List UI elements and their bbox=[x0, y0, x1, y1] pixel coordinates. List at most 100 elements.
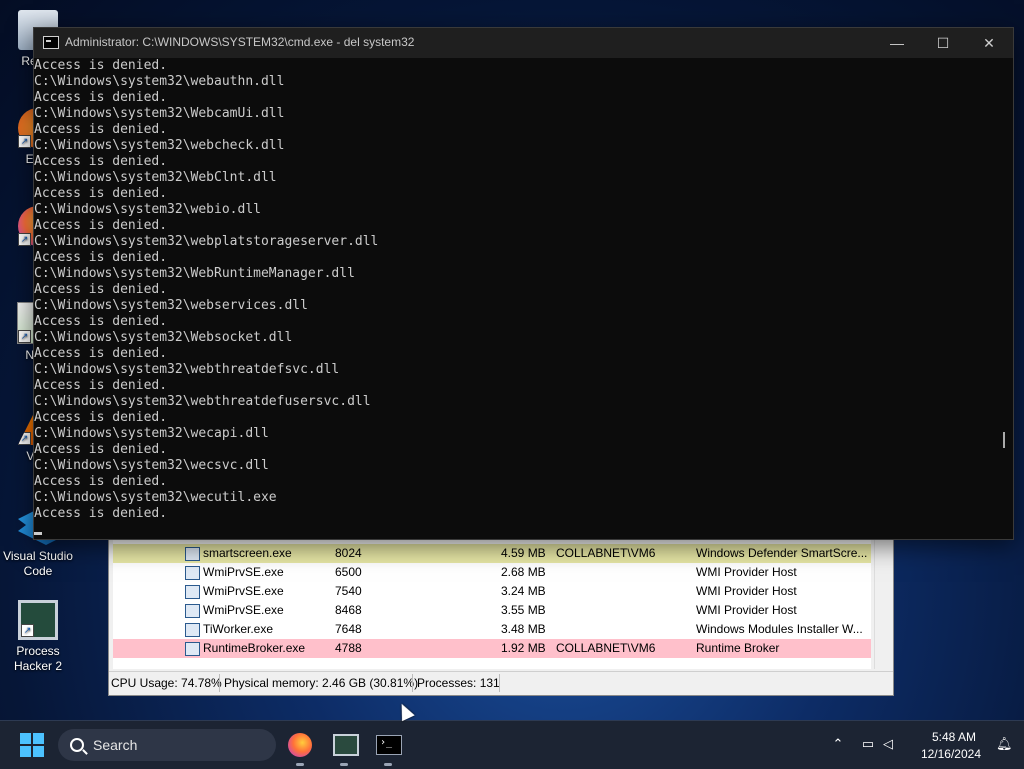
chevron-up-icon[interactable]: ⌃ bbox=[830, 737, 846, 751]
cpu-usage-status: CPU Usage: 74.78% bbox=[111, 676, 222, 690]
process-row[interactable]: RuntimeBroker.exe 4788 1.92 MB COLLABNET\VM… bbox=[113, 639, 871, 658]
process-description: Runtime Broker bbox=[696, 641, 780, 655]
console-line: C:\Windows\system32\webthreatdefusersvc.… bbox=[34, 394, 371, 409]
console-line: C:\Windows\system32\WebcamUi.dll bbox=[34, 106, 285, 121]
windows-logo-icon bbox=[20, 746, 31, 757]
console-line: Access is denied. bbox=[34, 122, 168, 137]
taskbar-firefox[interactable] bbox=[284, 729, 316, 766]
process-description: WMI Provider Host bbox=[696, 603, 797, 617]
desktop-icon-label: Code bbox=[23, 564, 53, 578]
windows-logo-icon bbox=[33, 746, 44, 757]
network-icon[interactable]: ▭ bbox=[860, 737, 876, 751]
process-description: Windows Defender SmartScre... bbox=[696, 546, 868, 560]
process-name: WmiPrvSE.exe bbox=[203, 584, 284, 598]
windows-logo-icon bbox=[33, 733, 44, 744]
shortcut-arrow-icon: ↗ bbox=[18, 432, 31, 445]
taskbar-terminal[interactable] bbox=[372, 729, 404, 766]
process-row[interactable]: TiWorker.exe 7648 3.48 MB Windows Modules I… bbox=[113, 620, 871, 639]
shortcut-arrow-icon: ↗ bbox=[21, 624, 34, 637]
process-icon bbox=[185, 642, 200, 656]
process-description: WMI Provider Host bbox=[696, 584, 797, 598]
console-line: C:\Windows\system32\webservices.dll bbox=[34, 298, 308, 313]
console-line: Access is denied. bbox=[34, 282, 168, 297]
process-name: WmiPrvSE.exe bbox=[203, 565, 284, 579]
process-memory: 4.59 MB bbox=[501, 546, 546, 560]
status-divider bbox=[499, 674, 500, 692]
clock-time[interactable]: 5:48 AM bbox=[932, 730, 976, 744]
console-line: C:\Windows\system32\webplatstorageserver… bbox=[34, 234, 379, 249]
process-pid: 8024 bbox=[335, 546, 362, 560]
mouse-cursor-icon bbox=[395, 700, 415, 722]
taskbar-process-hacker[interactable] bbox=[328, 729, 360, 766]
status-bar: CPU Usage: 74.78% Physical memory: 2.46 … bbox=[109, 671, 893, 694]
console-line: C:\Windows\system32\webthreatdefsvc.dll bbox=[34, 362, 340, 377]
cmd-titlebar[interactable]: Administrator: C:\WINDOWS\SYSTEM32\cmd.e… bbox=[34, 28, 1013, 58]
notification-bell-icon[interactable]: 🔔︎ bbox=[996, 737, 1013, 751]
windows-logo-icon bbox=[20, 733, 31, 744]
process-name: RuntimeBroker.exe bbox=[203, 641, 306, 655]
status-divider bbox=[219, 674, 220, 692]
process-user: COLLABNET\VM6 bbox=[556, 546, 656, 560]
taskbar-search[interactable]: Search bbox=[58, 729, 276, 761]
console-line: Access is denied. bbox=[34, 314, 168, 329]
scrollbar-thumb[interactable] bbox=[1003, 432, 1005, 448]
process-row[interactable]: smartscreen.exe 8024 4.59 MB COLLABNET\VM6 W… bbox=[113, 544, 871, 563]
running-indicator bbox=[340, 763, 348, 766]
process-icon bbox=[185, 566, 200, 580]
console-line: Access is denied. bbox=[34, 250, 168, 265]
process-row[interactable]: WmiPrvSE.exe 6500 2.68 MB WMI Provider Host bbox=[113, 563, 871, 582]
process-icon bbox=[185, 585, 200, 599]
process-pid: 6500 bbox=[335, 565, 362, 579]
console-line: Access is denied. bbox=[34, 378, 168, 393]
console-line: C:\Windows\system32\wecapi.dll bbox=[34, 426, 269, 441]
console-line: C:\Windows\system32\webauthn.dll bbox=[34, 74, 285, 89]
console-line: C:\Windows\system32\WebClnt.dll bbox=[34, 170, 277, 185]
process-icon bbox=[185, 604, 200, 618]
volume-muted-icon[interactable]: ◁ bbox=[880, 737, 896, 751]
process-memory: 3.48 MB bbox=[501, 622, 546, 636]
process-row[interactable]: WmiPrvSE.exe 7540 3.24 MB WMI Provider Host bbox=[113, 582, 871, 601]
console-line: C:\Windows\system32\wecutil.exe bbox=[34, 490, 277, 505]
console-line: Access is denied. bbox=[34, 186, 168, 201]
process-row[interactable]: WmiPrvSE.exe 8468 3.55 MB WMI Provider Host bbox=[113, 601, 871, 620]
console-output[interactable]: Access is denied. C:\Windows\system32\web… bbox=[34, 58, 994, 538]
desktop-icon-label: Visual Studio bbox=[3, 549, 73, 563]
process-name: smartscreen.exe bbox=[203, 546, 292, 560]
process-hacker-icon bbox=[333, 734, 359, 756]
desktop-icon-label: Hacker 2 bbox=[13, 659, 63, 673]
process-icon bbox=[185, 623, 200, 637]
console-line: Access is denied. bbox=[34, 506, 168, 521]
window-title: Administrator: C:\WINDOWS\SYSTEM32\cmd.e… bbox=[65, 35, 415, 49]
console-line: C:\Windows\system32\wecsvc.dll bbox=[34, 458, 269, 473]
console-line: Access is denied. bbox=[34, 90, 168, 105]
close-button[interactable]: ✕ bbox=[966, 28, 1012, 58]
process-user: COLLABNET\VM6 bbox=[556, 641, 656, 655]
clock-date[interactable]: 12/16/2024 bbox=[921, 747, 981, 761]
running-indicator bbox=[296, 763, 304, 766]
process-memory: 3.55 MB bbox=[501, 603, 546, 617]
console-line: Access is denied. bbox=[34, 58, 168, 73]
processes-count-status: Processes: 131 bbox=[417, 676, 500, 690]
process-memory: 3.24 MB bbox=[501, 584, 546, 598]
console-line: Access is denied. bbox=[34, 346, 168, 361]
console-line: Access is denied. bbox=[34, 474, 168, 489]
status-divider bbox=[412, 674, 413, 692]
process-description: Windows Modules Installer W... bbox=[696, 622, 863, 636]
system-tray: ⌃ ▭ ◁ 5:48 AM 12/16/2024 🔔︎ bbox=[824, 721, 1024, 769]
process-pid: 8468 bbox=[335, 603, 362, 617]
shortcut-arrow-icon: ↗ bbox=[18, 233, 31, 246]
cmd-app-icon bbox=[43, 36, 59, 49]
shortcut-arrow-icon: ↗ bbox=[18, 135, 31, 148]
console-line: Access is denied. bbox=[34, 218, 168, 233]
maximize-button[interactable]: ☐ bbox=[920, 28, 966, 58]
process-pid: 7540 bbox=[335, 584, 362, 598]
running-indicator bbox=[384, 763, 392, 766]
firefox-icon bbox=[288, 733, 312, 757]
taskbar: Search ⌃ ▭ ◁ 5:48 AM 12/16/2024 🔔︎ bbox=[0, 720, 1024, 769]
start-button[interactable] bbox=[20, 733, 44, 757]
process-icon bbox=[185, 547, 200, 561]
console-line: C:\Windows\system32\webcheck.dll bbox=[34, 138, 285, 153]
desktop-icon-process-hacker[interactable]: ↗ Process Hacker 2 bbox=[0, 600, 76, 674]
cmd-window[interactable]: Administrator: C:\WINDOWS\SYSTEM32\cmd.e… bbox=[33, 27, 1014, 540]
minimize-button[interactable]: — bbox=[874, 28, 920, 58]
